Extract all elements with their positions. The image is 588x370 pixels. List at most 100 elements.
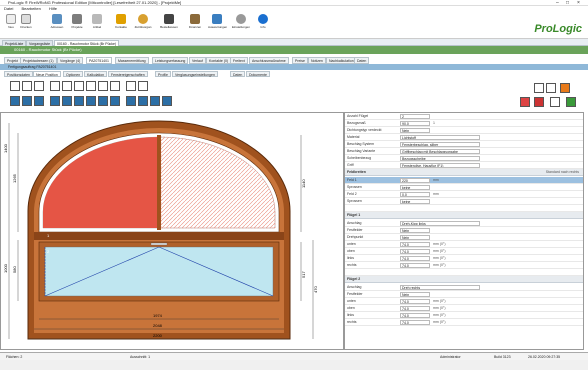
excel-icon[interactable]	[566, 97, 576, 107]
window-type-icon[interactable]	[62, 81, 72, 91]
property-option[interactable]: Standard nach rechts	[546, 169, 579, 176]
property-row[interactable]: Sprossen keine	[345, 184, 583, 191]
subtab-massen[interactable]: Massenermittlung	[115, 57, 149, 64]
property-row[interactable]: Anzahl Flügel 2	[345, 113, 583, 120]
window-type-icon[interactable]	[74, 81, 84, 91]
property-row[interactable]: Sprossen keine	[345, 198, 583, 205]
orders-button[interactable]: Bestellwesen	[160, 13, 178, 38]
property-section[interactable]: Flügel 2	[345, 276, 583, 283]
property-row[interactable]: Griff Fensterolive, Hausflur (F1)	[345, 162, 583, 169]
property-row[interactable]: unten 74,0 mm (0°)	[345, 298, 583, 305]
window-drawing[interactable]: 2 1 1974 2048 2200 1400 1265 1000 580 11…	[1, 113, 343, 349]
opening-type-icon[interactable]	[150, 96, 160, 106]
property-value[interactable]: 220	[400, 178, 430, 183]
subtab-vorgaenge[interactable]: Vorgänge (4)	[57, 57, 84, 64]
opening-type-icon[interactable]	[10, 96, 20, 106]
opening-type-icon[interactable]	[86, 96, 96, 106]
property-row[interactable]: Dichtungstyp verdeckt Nein	[345, 127, 583, 134]
postab-dokumente[interactable]: Dokumente	[246, 71, 270, 77]
subtab-projekt[interactable]: Projekt	[4, 57, 21, 64]
opening-type-icon[interactable]	[22, 96, 32, 106]
property-value[interactable]: Nein	[400, 292, 430, 297]
property-value[interactable]: Griffbeschlag mit Beschlagsvorgabe	[400, 149, 480, 154]
view-icon[interactable]	[546, 83, 556, 93]
property-row[interactable]: rechts 74,0 mm (0°)	[345, 319, 583, 326]
postab-daten2[interactable]: Daten	[230, 71, 246, 77]
access-button[interactable]: Zutrittsorgan	[134, 13, 152, 38]
reports-button[interactable]: Auswertungen	[208, 13, 227, 38]
property-row[interactable]: Beschlag System Fensterbeschlag, silber	[345, 141, 583, 148]
property-value[interactable]: Nein	[400, 128, 430, 133]
opening-type-icon[interactable]	[34, 96, 44, 106]
property-row[interactable]: Beschlag Variante Griffbeschlag mit Besch…	[345, 148, 583, 155]
subtab-anschluss[interactable]: Anschlussmaßnahme	[249, 57, 289, 64]
postab-neu[interactable]: Neue Position	[33, 71, 61, 77]
property-value[interactable]: keine	[400, 185, 430, 190]
property-value[interactable]: 74,0	[400, 306, 430, 311]
property-value[interactable]: Dreh rechts	[400, 285, 480, 290]
window-type-icon[interactable]	[126, 81, 136, 91]
print-button[interactable]: Drucken	[18, 13, 34, 38]
opening-type-icon[interactable]	[162, 96, 172, 106]
remove-icon[interactable]	[534, 97, 544, 107]
property-row[interactable]: rechts 74,0 mm (0°)	[345, 262, 583, 269]
property-value[interactable]: 74,0	[400, 242, 430, 247]
opening-type-icon[interactable]	[74, 96, 84, 106]
property-row[interactable]: links 74,0 mm (0°)	[345, 312, 583, 319]
property-value[interactable]: 90,0	[400, 121, 430, 126]
property-value[interactable]: 2	[400, 114, 430, 119]
window-type-icon[interactable]	[98, 81, 108, 91]
subtab-notizen[interactable]: Notizen	[308, 57, 326, 64]
window-type-icon[interactable]	[34, 81, 44, 91]
property-value[interactable]: 74,0	[400, 256, 430, 261]
property-row[interactable]: links 74,0 mm (0°)	[345, 255, 583, 262]
property-value[interactable]: 74,0	[400, 249, 430, 254]
delete-icon[interactable]	[520, 97, 530, 107]
new-button[interactable]: Neu	[4, 13, 18, 38]
subtab-pa[interactable]: PA20751401	[86, 57, 112, 64]
opening-type-icon[interactable]	[50, 96, 60, 106]
postab-kalkulation[interactable]: Kalkulation	[84, 71, 108, 77]
property-row[interactable]: Scheibenbezug Bezugsscheibe	[345, 155, 583, 162]
opening-type-icon[interactable]	[98, 96, 108, 106]
property-value[interactable]: Nein	[400, 228, 430, 233]
postab-profile[interactable]: Profile	[155, 71, 171, 77]
property-value[interactable]: Bezugsscheibe	[400, 156, 480, 161]
window-type-icon[interactable]	[10, 81, 20, 91]
property-row[interactable]: oben 74,0 mm (0°)	[345, 305, 583, 312]
articles-button[interactable]: Artikel	[88, 13, 106, 38]
property-value[interactable]: Dreh-Kipp links	[400, 221, 480, 226]
property-value[interactable]: keine	[400, 199, 430, 204]
property-value[interactable]: Lichtstoff	[400, 135, 480, 140]
property-value[interactable]: Nein	[400, 235, 430, 240]
finance-button[interactable]: Finanzen	[186, 13, 204, 38]
property-row[interactable]: Bezugsmaß 90,0 1	[345, 120, 583, 127]
addresses-button[interactable]: Adressen	[48, 13, 66, 38]
property-row[interactable]: Drehpunkt Nein	[345, 234, 583, 241]
property-row[interactable]: oben 74,0 mm (0°)	[345, 248, 583, 255]
window-type-icon[interactable]	[110, 81, 120, 91]
property-row[interactable]: Festfelder Nein	[345, 227, 583, 234]
contacts-button[interactable]: Kontakte	[112, 13, 130, 38]
property-row[interactable]: Material Lichtstoff	[345, 134, 583, 141]
subtab-daten[interactable]: Daten	[354, 57, 370, 64]
property-row[interactable]: Anschlag Dreh rechts	[345, 284, 583, 291]
handle[interactable]	[150, 242, 168, 246]
postab-verglasung[interactable]: Verglasungseinstellungen	[172, 71, 218, 77]
window-drawing-canvas[interactable]: 2 1 1974 2048 2200 1400 1265 1000 580 11…	[0, 112, 344, 350]
view-icon[interactable]	[534, 83, 544, 93]
subtab-kontakte[interactable]: Kontakte (0)	[206, 57, 232, 64]
subtab-preise[interactable]: Preise	[292, 57, 308, 64]
subtab-adressen[interactable]: Projektadressen (1)	[20, 57, 57, 64]
property-value[interactable]: 74,0	[400, 313, 430, 318]
subtab-nachkalk[interactable]: Nachkalkulation	[326, 57, 357, 64]
opening-type-icon[interactable]	[110, 96, 120, 106]
copy-icon[interactable]	[550, 97, 560, 107]
property-value[interactable]: 0,0	[400, 192, 430, 197]
property-section[interactable]: Feldbreiten Standard nach rechts	[345, 169, 583, 176]
postab-fenster[interactable]: Fenstereigenschaften	[108, 71, 148, 77]
subtab-verlauf[interactable]: Verlauf	[189, 57, 206, 64]
window-type-icon[interactable]	[22, 81, 32, 91]
property-section[interactable]: Flügel 1	[345, 212, 583, 219]
subtab-freitext[interactable]: Freitext	[230, 57, 248, 64]
